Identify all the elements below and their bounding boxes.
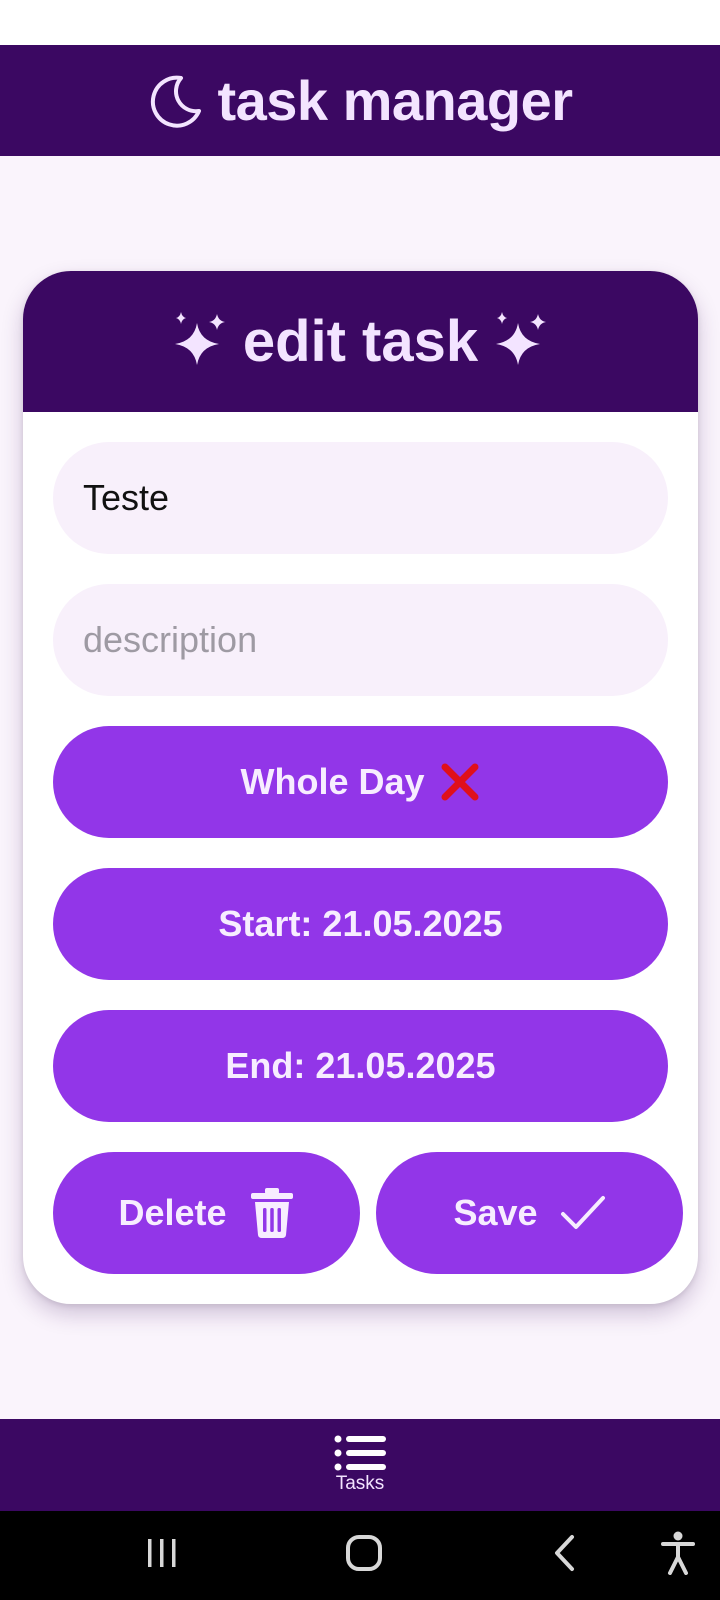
start-date-button[interactable]: Start: 21.05.2025 bbox=[53, 868, 668, 980]
task-title-value: Teste bbox=[83, 477, 170, 518]
system-navigation-bar bbox=[0, 1511, 720, 1600]
trash-icon bbox=[250, 1188, 293, 1238]
save-label: Save bbox=[453, 1192, 538, 1233]
delete-button[interactable]: Delete bbox=[53, 1152, 360, 1274]
cross-mark-icon bbox=[441, 763, 479, 801]
nav-item-tasks[interactable]: Tasks bbox=[334, 1435, 386, 1495]
sparkles-icon bbox=[496, 311, 547, 365]
start-date-label: Start: 21.05.2025 bbox=[218, 903, 503, 944]
edit-task-dialog: edit task Teste description Whole Day St… bbox=[23, 271, 698, 1304]
whole-day-toggle-button[interactable]: Whole Day bbox=[53, 726, 668, 838]
nav-item-tasks-label: Tasks bbox=[335, 1473, 385, 1494]
app-bar: task manager bbox=[0, 45, 720, 156]
checkmark-icon bbox=[560, 1196, 605, 1229]
end-date-button[interactable]: End: 21.05.2025 bbox=[53, 1010, 668, 1122]
description-field[interactable]: description bbox=[53, 584, 668, 696]
app-title: task manager bbox=[217, 69, 573, 132]
recents-icon[interactable] bbox=[146, 1533, 178, 1573]
list-icon bbox=[334, 1435, 386, 1471]
status-bar bbox=[0, 0, 720, 45]
description-placeholder: description bbox=[83, 619, 258, 660]
end-date-label: End: 21.05.2025 bbox=[225, 1045, 496, 1086]
dialog-header: edit task bbox=[23, 271, 698, 412]
bottom-nav: Tasks bbox=[0, 1419, 720, 1511]
moon-icon bbox=[151, 75, 202, 128]
save-button[interactable]: Save bbox=[376, 1152, 683, 1274]
task-title-field[interactable]: Teste bbox=[53, 442, 668, 554]
back-icon[interactable] bbox=[552, 1533, 578, 1573]
accessibility-icon[interactable] bbox=[661, 1531, 695, 1575]
whole-day-label: Whole Day bbox=[240, 761, 425, 802]
sparkles-icon bbox=[174, 311, 225, 365]
delete-label: Delete bbox=[118, 1192, 227, 1233]
dialog-title: edit task bbox=[242, 309, 479, 374]
home-icon[interactable] bbox=[344, 1533, 384, 1573]
